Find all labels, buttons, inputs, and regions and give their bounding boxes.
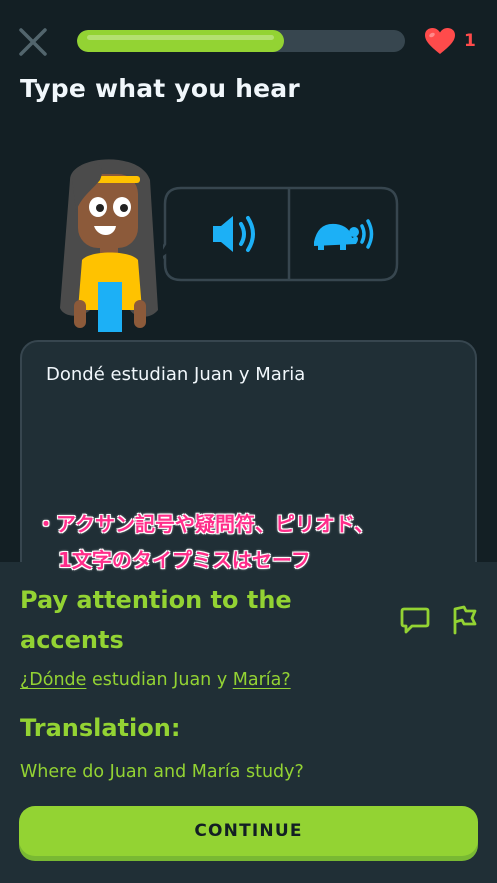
report-button[interactable] (448, 604, 480, 636)
translation-label: Translation: (20, 714, 181, 742)
close-button[interactable] (14, 23, 52, 61)
correct-answer: ¿Dónde estudian Juan y María? (20, 670, 291, 690)
page-title: Type what you hear (20, 74, 300, 103)
answer-text: Dondé estudian Juan y Maria (46, 364, 306, 385)
annotation-line-2: 1文字のタイプミスはセーフ (58, 548, 311, 572)
lesson-progress-fill (77, 30, 284, 52)
annotation-overlay: ・アクサン記号や疑問符、ピリオド、 1文字のタイプミスはセーフ (36, 506, 374, 578)
turtle-speaker-icon (314, 219, 374, 250)
comment-icon (400, 607, 430, 634)
play-audio-button[interactable] (171, 186, 289, 282)
character-illustration (50, 150, 170, 340)
translation-text: Where do Juan and María study? (20, 762, 304, 782)
hearts-count: 1 (464, 31, 476, 51)
annotation-line-1: ・アクサン記号や疑問符、ピリオド、 (36, 512, 375, 536)
speaker-icon (213, 216, 255, 252)
discuss-button[interactable] (399, 604, 431, 636)
top-bar: 1 (0, 0, 497, 80)
hearts-indicator[interactable]: 1 (424, 26, 476, 56)
feedback-heading-line-2: accents (20, 626, 124, 654)
feedback-heading-line-1: Pay attention to the (20, 586, 292, 614)
continue-button[interactable]: CONTINUE (19, 806, 478, 856)
correct-answer-part: María? (232, 670, 291, 690)
heart-icon (425, 28, 455, 54)
close-icon (19, 28, 47, 56)
feedback-panel: Pay attention to the accents ¿Dónde estu… (0, 562, 497, 883)
flag-icon (453, 605, 477, 635)
feedback-heading: Pay attention to the accents (20, 580, 320, 660)
audio-speech-bubble (163, 186, 399, 282)
correct-answer-part: ¿Dónde (20, 670, 87, 690)
play-slow-audio-button[interactable] (290, 186, 408, 282)
lesson-progress-bar (77, 30, 405, 52)
correct-answer-part: estudian Juan y (86, 670, 233, 690)
